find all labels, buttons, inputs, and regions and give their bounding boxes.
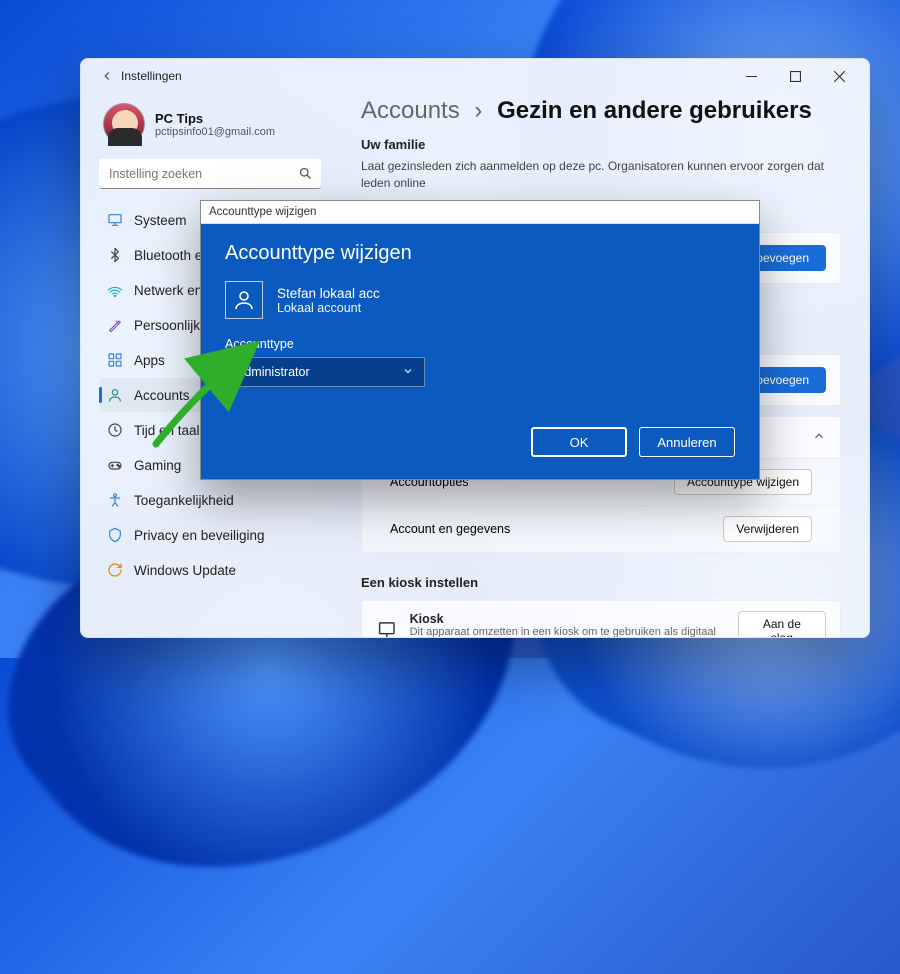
chevron-up-icon [812, 429, 826, 446]
kiosk-title: Kiosk [410, 612, 738, 626]
update-icon [107, 562, 123, 578]
personalize-icon [107, 317, 123, 333]
accounts-icon [107, 387, 123, 403]
nav-item-privacy[interactable]: Privacy en beveiliging [99, 518, 325, 552]
user-email: pctipsinfo01@gmail.com [155, 126, 275, 138]
family-heading: Uw familie [361, 137, 841, 152]
network-icon [107, 282, 123, 298]
search-input-wrap [99, 159, 321, 189]
accessibility-icon [107, 492, 123, 508]
search-input[interactable] [99, 159, 321, 189]
dialog-user-name: Stefan lokaal acc [277, 286, 380, 301]
nav-item-label: Tijd en taal [134, 423, 200, 438]
nav-item-label: Privacy en beveiliging [134, 528, 265, 543]
search-icon [298, 166, 313, 186]
breadcrumb-root[interactable]: Accounts [361, 97, 460, 124]
titlebar: Instellingen [81, 59, 869, 93]
chevron-down-icon [402, 365, 414, 380]
dialog-titlebar: Accounttype wijzigen [201, 201, 759, 224]
time-icon [107, 422, 123, 438]
kiosk-start-button[interactable]: Aan de slag [738, 611, 826, 637]
dialog-user-block: Stefan lokaal acc Lokaal account [225, 281, 735, 319]
minimize-button[interactable] [729, 61, 773, 91]
dialog-field-label: Accounttype [225, 337, 735, 351]
user-block[interactable]: PC Tips pctipsinfo01@gmail.com [99, 97, 325, 159]
kiosk-icon [376, 620, 398, 637]
change-account-type-dialog: Accounttype wijzigen Accounttype wijzige… [200, 200, 760, 480]
breadcrumb: Accounts › Gezin en andere gebruikers [361, 97, 841, 125]
page-title: Gezin en andere gebruikers [497, 97, 812, 124]
nav-item-label: Toegankelijkheid [134, 493, 234, 508]
account-data-row: Account en gegevens Verwijderen [361, 506, 841, 553]
kiosk-card: Kiosk Dit apparaat omzetten in een kiosk… [361, 600, 841, 637]
window-title: Instellingen [121, 69, 182, 83]
close-button[interactable] [817, 61, 861, 91]
user-name: PC Tips [155, 111, 275, 126]
cancel-button[interactable]: Annuleren [639, 427, 735, 457]
breadcrumb-sep: › [474, 97, 482, 124]
dialog-heading: Accounttype wijzigen [225, 242, 735, 265]
remove-account-button[interactable]: Verwijderen [723, 516, 812, 542]
maximize-button[interactable] [773, 61, 817, 91]
avatar [103, 103, 145, 145]
account-type-select[interactable]: Administrator [225, 357, 425, 387]
gaming-icon [107, 457, 123, 473]
nav-item-label: Windows Update [134, 563, 236, 578]
dialog-user-sub: Lokaal account [277, 301, 380, 315]
system-icon [107, 212, 123, 228]
person-icon [225, 281, 263, 319]
apps-icon [107, 352, 123, 368]
nav-item-accessibility[interactable]: Toegankelijkheid [99, 483, 325, 517]
kiosk-heading: Een kiosk instellen [361, 575, 841, 590]
nav-item-label: Accounts [134, 388, 190, 403]
nav-item-update[interactable]: Windows Update [99, 553, 325, 587]
bluetooth-icon [107, 247, 123, 263]
account-type-selected: Administrator [236, 365, 310, 379]
nav-item-label: Gaming [134, 458, 181, 473]
family-desc: Laat gezinsleden zich aanmelden op deze … [361, 158, 841, 192]
privacy-icon [107, 527, 123, 543]
nav-item-label: Systeem [134, 213, 187, 228]
account-data-label: Account en gegevens [390, 522, 510, 536]
nav-item-label: Apps [134, 353, 165, 368]
ok-button[interactable]: OK [531, 427, 627, 457]
back-button[interactable] [93, 69, 121, 83]
kiosk-desc: Dit apparaat omzetten in een kiosk om te… [410, 626, 738, 637]
